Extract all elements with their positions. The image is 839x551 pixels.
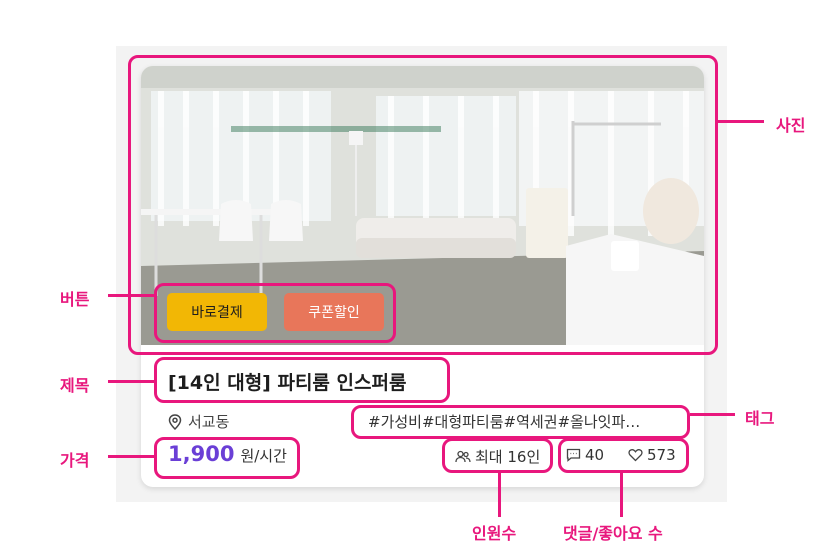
title-annotation: 제목 <box>60 376 90 395</box>
tags-annotation: 태그 <box>745 409 775 428</box>
buttons-annotation: 버튼 <box>60 290 90 309</box>
capacity-highlight <box>442 438 553 473</box>
price-connector <box>108 455 154 458</box>
photo-connector <box>718 120 764 123</box>
title-highlight <box>154 357 450 403</box>
title-connector <box>108 380 154 383</box>
tags-connector <box>690 413 735 416</box>
location: 서교동 <box>168 411 229 432</box>
buttons-highlight <box>154 283 396 343</box>
comments-likes-annotation: 댓글/좋아요 수 <box>563 524 663 543</box>
price-highlight <box>154 437 300 479</box>
price-annotation: 가격 <box>60 451 90 470</box>
capacity-connector <box>498 473 501 517</box>
buttons-connector <box>108 294 154 297</box>
tags-highlight <box>351 405 690 439</box>
location-pin-icon <box>168 413 182 430</box>
capacity-annotation: 인원수 <box>472 524 517 543</box>
comments-likes-highlight <box>558 438 689 473</box>
location-text: 서교동 <box>188 413 230 431</box>
comments-likes-connector <box>620 473 623 517</box>
photo-annotation: 사진 <box>776 116 806 135</box>
